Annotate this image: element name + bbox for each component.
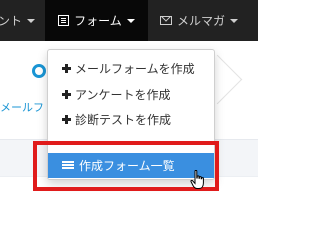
menu-item-create-mailform[interactable]: メールフォームを作成 xyxy=(48,56,214,80)
caret-down-icon xyxy=(230,18,239,23)
nav-item-label: フォーム xyxy=(74,14,122,28)
nav-item-form[interactable]: フォーム xyxy=(45,0,148,41)
gear-icon xyxy=(32,64,46,78)
plus-icon xyxy=(62,114,71,124)
menu-divider xyxy=(48,141,214,142)
nav-item-mailmag[interactable]: メルマガ xyxy=(160,0,239,41)
menu-item-create-survey[interactable]: アンケートを作成 xyxy=(48,82,214,106)
form-dropdown-menu: メールフォームを作成 アンケートを作成 診断テストを作成 作成フォーム一覧 xyxy=(47,49,215,180)
menu-item-label: 作成フォーム一覧 xyxy=(79,159,175,173)
caret-down-icon xyxy=(126,18,135,23)
nav-item-label: メルマガ xyxy=(177,14,226,28)
plus-icon xyxy=(62,89,71,99)
top-navbar: ント フォーム メルマガ xyxy=(0,0,258,41)
nav-item-event[interactable]: ント xyxy=(0,0,36,41)
caret-down-icon xyxy=(27,18,36,23)
nav-item-label: ント xyxy=(0,14,23,28)
menu-item-label: 診断テストを作成 xyxy=(75,112,172,127)
list-icon xyxy=(58,15,70,26)
envelope-icon xyxy=(160,16,172,25)
content-bottom xyxy=(0,176,258,210)
menu-item-label: アンケートを作成 xyxy=(75,87,171,102)
hand-cursor-icon xyxy=(190,170,204,189)
list-icon xyxy=(62,161,74,170)
plus-icon xyxy=(62,63,71,73)
menu-item-create-diagnosis-test[interactable]: 診断テストを作成 xyxy=(48,107,214,131)
menu-item-label: メールフォームを作成 xyxy=(75,61,195,76)
step-label: メールフ xyxy=(0,101,44,114)
